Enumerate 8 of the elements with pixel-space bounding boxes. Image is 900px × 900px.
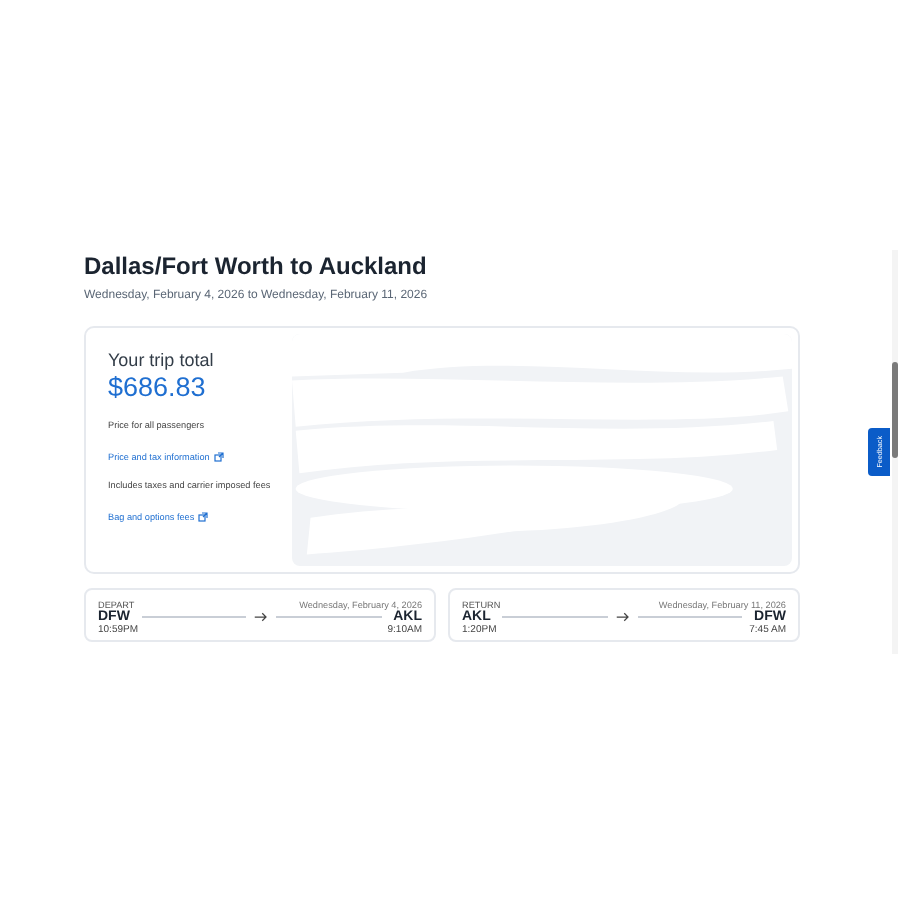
external-link-icon — [213, 452, 224, 462]
scrollbar[interactable] — [892, 250, 898, 654]
arrow-icon — [615, 612, 630, 622]
trip-total-heading: Your trip total — [108, 350, 216, 370]
trip-title: Dallas/Fort Worth to Auckland — [84, 252, 429, 280]
arrow-icon — [254, 612, 269, 622]
external-link-icon — [198, 512, 209, 522]
trip-total-price: $686.83 — [108, 372, 208, 402]
